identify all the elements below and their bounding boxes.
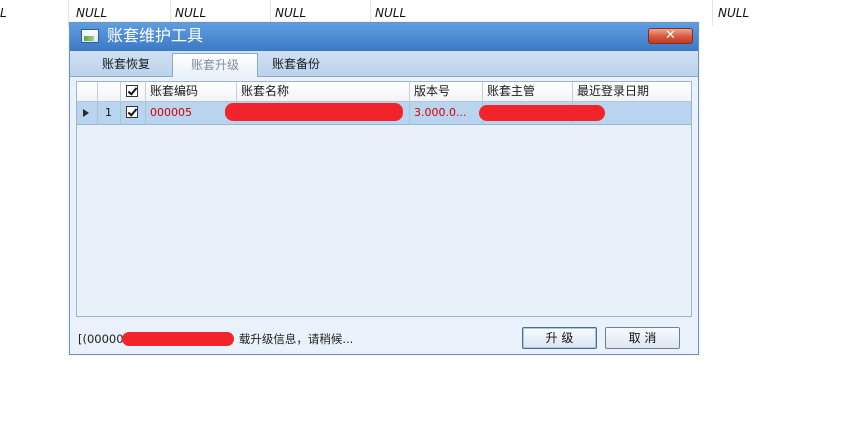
account-maintenance-dialog: 账套维护工具 ✕ 账套恢复 账套升级 账套备份 账套编码 账套名称 版本号 账套…	[69, 22, 699, 355]
sheet-cell: NULL	[718, 6, 750, 20]
tab-upgrade[interactable]: 账套升级	[172, 53, 258, 77]
cell-code: 000005	[146, 102, 237, 124]
row-indicator-cell	[77, 102, 98, 124]
close-icon: ✕	[665, 28, 676, 43]
sheet-cell: NULL	[76, 6, 108, 20]
sheet-cell: NULL	[375, 6, 407, 20]
column-header-last-login[interactable]: 最近登录日期	[573, 82, 691, 101]
column-header-version[interactable]: 版本号	[410, 82, 483, 101]
close-button[interactable]: ✕	[648, 28, 693, 44]
redaction-mark	[122, 332, 234, 346]
redaction-mark	[225, 103, 403, 121]
column-header-manager[interactable]: 账套主管	[483, 82, 573, 101]
checkbox-checked-icon[interactable]	[126, 85, 138, 97]
upgrade-button[interactable]: 升 级	[522, 327, 597, 349]
sheet-cell: NULL	[275, 6, 307, 20]
column-header-indicator	[77, 82, 98, 101]
tab-restore[interactable]: 账套恢复	[92, 53, 160, 75]
window-icon	[81, 29, 99, 43]
tab-backup[interactable]: 账套备份	[262, 53, 330, 75]
status-suffix: 载升级信息，请稍候...	[238, 332, 354, 346]
window-title: 账套维护工具	[107, 26, 204, 45]
row-pointer-icon	[83, 109, 89, 117]
title-bar[interactable]: 账套维护工具 ✕	[70, 23, 698, 51]
sheet-divider	[712, 0, 713, 26]
row-number: 1	[98, 102, 121, 124]
column-header-rownum	[98, 82, 121, 101]
sheet-cell: NULL	[175, 6, 207, 20]
checkbox-checked-icon[interactable]	[126, 106, 138, 118]
column-header-code[interactable]: 账套编码	[146, 82, 237, 101]
tab-strip: 账套恢复 账套升级 账套备份	[70, 51, 698, 77]
column-header-name[interactable]: 账套名称	[237, 82, 410, 101]
cell-version: 3.000.0...	[410, 102, 483, 124]
grid-header: 账套编码 账套名称 版本号 账套主管 最近登录日期	[77, 82, 691, 102]
cancel-button[interactable]: 取 消	[605, 327, 680, 349]
redaction-mark	[479, 105, 605, 121]
row-select-cell[interactable]	[121, 102, 146, 124]
column-header-select-all[interactable]	[121, 82, 146, 101]
sheet-cell: L	[0, 6, 7, 20]
